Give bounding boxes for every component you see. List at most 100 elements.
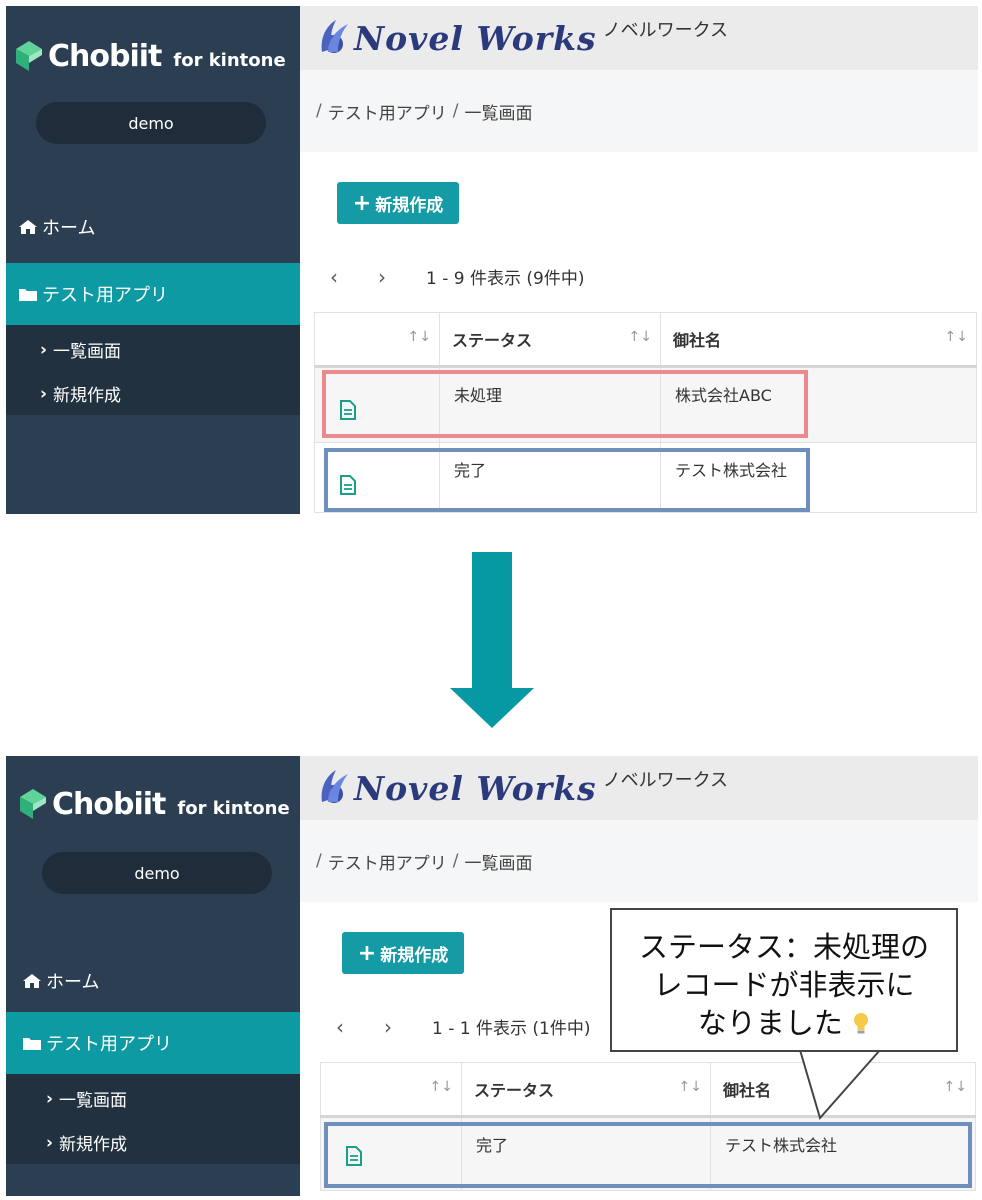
breadcrumb-item-app[interactable]: テスト用アプリ [328,99,447,124]
main-area: Novel Works ノベルワークス / テスト用アプリ / 一覧画面 + 新… [300,6,978,514]
next-page-icon[interactable]: › [378,265,426,289]
sort-icon[interactable]: ↑↓ [430,1079,453,1095]
user-name: demo [134,863,180,883]
submenu: › 一覧画面 › 新規作成 [6,1074,300,1164]
sort-icon[interactable]: ↑↓ [944,1079,967,1095]
down-arrow-icon [450,552,534,728]
top-bar: Novel Works ノベルワークス [300,756,978,820]
breadcrumb-item-list: 一覧画面 [464,103,533,124]
user-badge[interactable]: demo [42,852,272,894]
home-icon [23,974,41,988]
brand-sub: for kintone [173,49,286,71]
submenu-item-label: 新規作成 [53,386,122,406]
submenu: › 一覧画面 › 新規作成 [6,325,300,415]
submenu-item-label: 一覧画面 [59,1091,128,1111]
row-icon-cell[interactable] [314,442,440,513]
nav-home-label: ホーム [42,218,96,239]
column-header-icon[interactable]: ↑↓ [320,1062,462,1118]
row-status-cell: 完了 [439,442,661,513]
plus-icon: + [357,940,377,966]
document-icon[interactable] [339,400,357,420]
chevron-right-icon: › [40,339,48,360]
column-header-company[interactable]: 御社名 ↑↓ [660,312,977,368]
folder-icon [19,289,37,301]
row-status-cell: 未処理 [439,366,661,443]
chobiit-logo: Chobiit for kintone [16,36,286,76]
novelworks-name: Novel Works [354,18,597,58]
next-page-icon[interactable]: › [384,1015,432,1039]
document-icon[interactable] [339,475,357,495]
chevron-right-icon: › [46,1132,54,1153]
callout-line-3: なりました [612,1004,956,1042]
table-row[interactable]: 完了 テスト株式会社 [320,1116,976,1191]
column-header-company[interactable]: 御社名 ↑↓ [710,1062,976,1118]
sort-icon[interactable]: ↑↓ [408,329,431,345]
breadcrumb-separator: / [452,101,459,121]
records-table: ↑↓ ステータス ↑↓ 御社名 ↑↓ 完了 テスト株式会社 [320,1062,976,1191]
submenu-item-list[interactable]: › 一覧画面 [40,337,122,363]
chobiit-mark-icon [16,41,42,71]
nav-app-label: テスト用アプリ [46,1034,172,1055]
breadcrumb-separator: / [316,101,322,121]
nav-app-label: テスト用アプリ [42,285,168,306]
breadcrumb-separator: / [452,851,459,871]
home-icon [19,220,37,234]
column-header-status[interactable]: ステータス ↑↓ [461,1062,711,1118]
new-record-button[interactable]: + 新規作成 [342,932,464,974]
pager: ‹ › 1 - 9 件表示 (9件中) [330,264,584,290]
table-header-row: ↑↓ ステータス ↑↓ 御社名 ↑↓ [320,1062,976,1118]
submenu-item-new[interactable]: › 新規作成 [46,1130,127,1156]
novelworks-emblem-icon [321,770,348,803]
row-icon-cell[interactable] [320,1116,462,1191]
sort-icon[interactable]: ↑↓ [945,329,968,345]
submenu-item-list[interactable]: › 一覧画面 [46,1086,128,1112]
brand-sub: for kintone [177,797,290,819]
chevron-right-icon: › [40,383,48,404]
prev-page-icon[interactable]: ‹ [330,265,378,289]
document-icon[interactable] [345,1146,363,1166]
novelworks-logo: Novel Works ノベルワークス [314,768,728,808]
column-header-label: 御社名 [673,331,722,350]
breadcrumb-item-app[interactable]: テスト用アプリ [328,849,447,874]
nav-home[interactable]: ホーム [18,214,95,240]
brand-name: Chobiit [48,38,162,74]
user-badge[interactable]: demo [36,102,266,144]
submenu-item-label: 一覧画面 [53,342,122,362]
table-row[interactable]: 未処理 株式会社ABC [314,366,977,443]
brand-name: Chobiit [52,786,166,822]
breadcrumb-separator: / [316,851,322,871]
column-header-icon[interactable]: ↑↓ [314,312,440,368]
table-header-row: ↑↓ ステータス ↑↓ 御社名 ↑↓ [314,312,977,368]
breadcrumb: / テスト用アプリ / 一覧画面 [300,70,978,152]
user-name: demo [128,113,174,133]
new-record-label: 新規作成 [375,195,444,216]
new-record-label: 新規作成 [380,945,449,966]
callout-line: ステータス：未処理の [638,930,929,964]
sort-icon[interactable]: ↑↓ [679,1079,702,1095]
top-bar: Novel Works ノベルワークス [300,6,978,70]
prev-page-icon[interactable]: ‹ [336,1015,384,1039]
breadcrumb-item-list: 一覧画面 [464,853,533,874]
chobiit-mark-icon [20,789,46,819]
row-icon-cell[interactable] [314,366,440,443]
nav-home[interactable]: ホーム [22,968,99,994]
column-header-label: ステータス [474,1081,555,1100]
lightbulb-icon [854,1013,869,1034]
callout-note: ステータス：未処理の レコードが非表示に なりました [610,908,958,1052]
column-header-status[interactable]: ステータス ↑↓ [439,312,661,368]
row-company-cell: 株式会社ABC [660,366,977,443]
chevron-right-icon: › [46,1088,54,1109]
novelworks-logo: Novel Works ノベルワークス [314,18,728,58]
table-row[interactable]: 完了 テスト株式会社 [314,442,977,513]
screenshot-before: Chobiit for kintone demo ホーム テスト用アプリ › 一… [6,6,978,514]
sort-icon[interactable]: ↑↓ [629,329,652,345]
breadcrumb: / テスト用アプリ / 一覧画面 [300,820,978,902]
nav-app[interactable]: テスト用アプリ [6,1012,300,1074]
new-record-button[interactable]: + 新規作成 [337,182,459,224]
sidebar: Chobiit for kintone demo ホーム テスト用アプリ › 一… [6,6,300,514]
novelworks-kana: ノベルワークス [602,770,729,791]
column-header-label: 御社名 [723,1081,772,1100]
record-count: 1 - 1 件表示 (1件中) [432,1019,591,1039]
nav-app[interactable]: テスト用アプリ [6,263,300,325]
submenu-item-new[interactable]: › 新規作成 [40,381,122,407]
